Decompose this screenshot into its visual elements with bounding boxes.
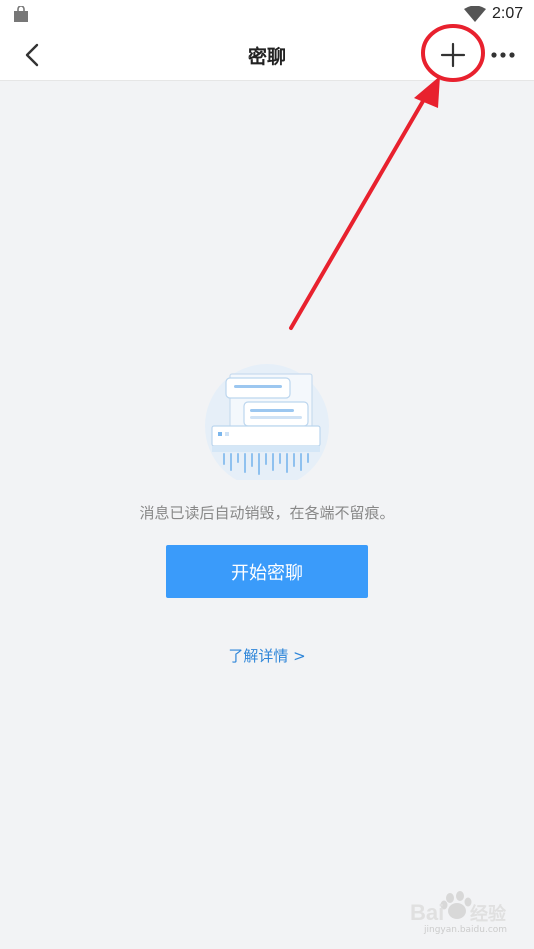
more-button[interactable] bbox=[488, 38, 520, 72]
wifi-icon bbox=[464, 5, 486, 27]
status-time: 2:07 bbox=[492, 5, 524, 22]
shredder-illustration bbox=[200, 360, 336, 488]
annotation-arrow bbox=[289, 76, 440, 330]
add-button[interactable] bbox=[434, 38, 472, 72]
watermark-url: jingyan.baidu.com bbox=[424, 925, 508, 935]
svg-text:Bai: Bai bbox=[410, 900, 444, 925]
plus-icon bbox=[434, 42, 472, 76]
learn-more-link[interactable]: 了解详情 > bbox=[0, 645, 534, 666]
status-bar: 2:07 bbox=[0, 0, 534, 30]
empty-description: 消息已读后自动销毁，在各端不留痕。 bbox=[139, 504, 395, 522]
start-secret-chat-button[interactable]: 开始密聊 bbox=[166, 545, 368, 598]
svg-text:经验: 经验 bbox=[470, 903, 507, 925]
bag-icon bbox=[12, 5, 30, 27]
header: 密聊 bbox=[0, 30, 534, 81]
more-icon bbox=[488, 52, 520, 76]
